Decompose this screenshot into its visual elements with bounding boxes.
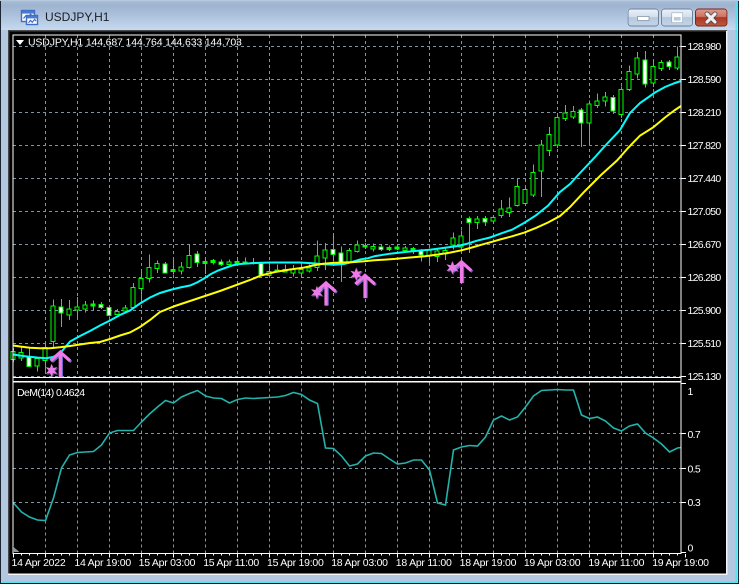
svg-text:127.820: 127.820	[688, 140, 722, 152]
svg-text:15 Apr 11:00: 15 Apr 11:00	[203, 557, 259, 569]
svg-text:15 Apr 03:00: 15 Apr 03:00	[139, 557, 196, 569]
svg-text:19 Apr 19:00: 19 Apr 19:00	[652, 557, 709, 569]
svg-text:USDJPY,H1: USDJPY,H1	[45, 10, 110, 24]
svg-text:18 Apr 19:00: 18 Apr 19:00	[460, 557, 517, 569]
svg-text:125.130: 125.130	[688, 371, 722, 383]
svg-text:USDJPY,H1 144.687 144.764 144.: USDJPY,H1 144.687 144.764 144.633 144.70…	[28, 37, 242, 49]
svg-text:19 Apr 11:00: 19 Apr 11:00	[588, 557, 644, 569]
svg-text:126.670: 126.670	[688, 239, 722, 251]
svg-text:15 Apr 19:00: 15 Apr 19:00	[267, 557, 324, 569]
svg-text:14 Apr 2022: 14 Apr 2022	[12, 557, 66, 569]
svg-text:127.050: 127.050	[688, 206, 722, 218]
svg-text:128.980: 128.980	[688, 41, 722, 53]
svg-text:125.510: 125.510	[688, 338, 722, 350]
svg-text:0: 0	[688, 543, 694, 555]
svg-text:126.280: 126.280	[688, 272, 722, 284]
svg-text:0.7: 0.7	[688, 429, 701, 441]
svg-text:0.5: 0.5	[688, 464, 701, 476]
svg-text:18 Apr 11:00: 18 Apr 11:00	[396, 557, 452, 569]
svg-text:1: 1	[688, 386, 694, 398]
svg-text:125.900: 125.900	[688, 305, 722, 317]
svg-text:18 Apr 03:00: 18 Apr 03:00	[331, 557, 388, 569]
svg-text:DeM(14) 0.4624: DeM(14) 0.4624	[17, 387, 85, 399]
svg-text:128.590: 128.590	[688, 74, 722, 86]
svg-text:128.210: 128.210	[688, 107, 722, 119]
svg-text:19 Apr 03:00: 19 Apr 03:00	[524, 557, 581, 569]
svg-text:14 Apr 19:00: 14 Apr 19:00	[74, 557, 131, 569]
svg-text:127.440: 127.440	[688, 173, 722, 185]
svg-text:0.3: 0.3	[688, 497, 701, 509]
